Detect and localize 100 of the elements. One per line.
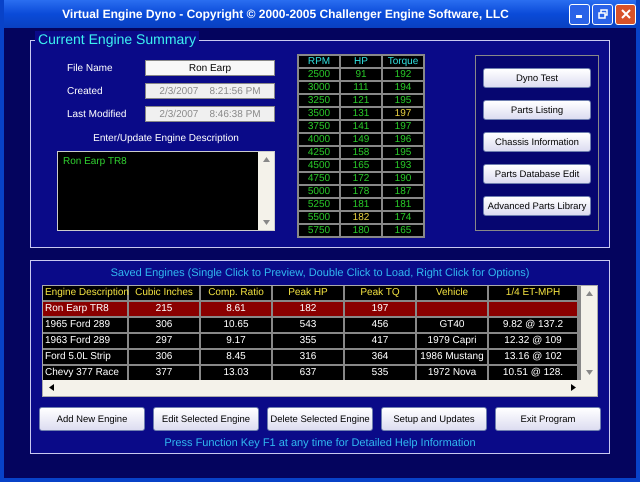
table-cell[interactable]: 1965 Ford 289 (43, 318, 127, 332)
table-cell[interactable]: 543 (273, 318, 343, 332)
table-cell[interactable]: 377 (129, 366, 199, 380)
right-arrow-icon[interactable] (570, 384, 576, 391)
panel-title: Current Engine Summary (35, 31, 199, 47)
table-cell[interactable]: Ford 5.0L Strip (43, 350, 127, 364)
table-cell: 158 (341, 147, 381, 158)
table-cell: 111 (341, 82, 381, 93)
down-arrow-icon[interactable] (586, 370, 592, 375)
menu-button[interactable]: Advanced Parts Library (483, 196, 591, 216)
table-cell: 181 (341, 199, 381, 210)
table-cell: 3500 (299, 108, 339, 119)
action-button[interactable]: Setup and Updates (381, 407, 487, 431)
table-cell[interactable]: 8.45 (201, 350, 271, 364)
close-icon (620, 9, 630, 19)
action-button[interactable]: Edit Selected Engine (153, 407, 259, 431)
left-arrow-icon[interactable] (48, 384, 54, 391)
field-label: File Name (66, 62, 114, 74)
table-cell: 4250 (299, 147, 339, 158)
table-cell[interactable]: 12.32 @ 109 (489, 334, 577, 348)
action-button[interactable]: Add New Engine (39, 407, 145, 431)
table-cell[interactable]: 316 (273, 350, 343, 364)
table-cell: 178 (341, 186, 381, 197)
description-label: Enter/Update Engine Description (92, 133, 240, 144)
restore-button[interactable] (592, 4, 613, 24)
table-cell[interactable]: 535 (345, 366, 415, 380)
table-cell: 195 (383, 95, 423, 106)
table-cell[interactable]: 10.51 @ 128. (489, 366, 577, 380)
table-cell: 193 (383, 160, 423, 171)
up-arrow-icon[interactable] (262, 157, 270, 162)
table-cell: 165 (341, 160, 381, 171)
table-cell[interactable]: 355 (273, 334, 343, 348)
table-cell[interactable]: 13.16 @ 102 (489, 350, 577, 364)
table-cell[interactable]: 1986 Mustang (417, 350, 487, 364)
table-cell: 3750 (299, 121, 339, 132)
table-cell: 196 (383, 134, 423, 145)
table-cell[interactable]: 306 (129, 350, 199, 364)
up-arrow-icon[interactable] (586, 291, 592, 296)
table-cell[interactable]: 306 (129, 318, 199, 332)
table-cell: 192 (383, 69, 423, 80)
table-cell: 3000 (299, 82, 339, 93)
table-cell[interactable]: 637 (273, 366, 343, 380)
table-cell[interactable]: 1963 Ford 289 (43, 334, 127, 348)
table-cell: 5000 (299, 186, 339, 197)
table-cell[interactable]: Chevy 377 Race (43, 366, 127, 380)
table-cell[interactable]: GT40 (417, 318, 487, 332)
field-label: Last Modified (66, 108, 128, 120)
column-header: Peak TQ (345, 286, 415, 300)
table-cell: 91 (341, 69, 381, 80)
table-cell: 5250 (299, 199, 339, 210)
table-cell: 2500 (299, 69, 339, 80)
description-field[interactable]: Ron Earp TR8 (57, 151, 275, 231)
menu-button[interactable]: Parts Listing (483, 100, 591, 120)
column-header: Cubic Inches (129, 286, 199, 300)
menu-button[interactable]: Parts Database Edit (483, 164, 591, 184)
table-cell: 197 (383, 108, 423, 119)
close-button[interactable] (615, 4, 636, 24)
table-cell[interactable]: 1972 Nova (417, 366, 487, 380)
table-cell: 182 (341, 212, 381, 223)
scrollbar[interactable] (258, 152, 274, 230)
table-cell[interactable] (489, 302, 577, 316)
table-cell[interactable]: Ron Earp TR8 (43, 302, 127, 316)
table-cell[interactable]: 456 (345, 318, 415, 332)
table-cell: 3250 (299, 95, 339, 106)
table-cell[interactable] (417, 302, 487, 316)
text-field[interactable]: Ron Earp (145, 60, 275, 76)
section-title: Saved Engines (Single Click to Preview, Double Click to Load, Right Click for Options) (110, 267, 530, 279)
table-cell[interactable]: 197 (345, 302, 415, 316)
table-cell: 181 (383, 199, 423, 210)
menu-button[interactable]: Dyno Test (483, 68, 591, 88)
column-header: Vehicle (417, 286, 487, 300)
table-cell[interactable]: 13.03 (201, 366, 271, 380)
table-cell[interactable]: 1979 Capri (417, 334, 487, 348)
table-cell[interactable]: 9.82 @ 137.2 (489, 318, 577, 332)
table-cell[interactable]: 182 (273, 302, 343, 316)
restore-icon (598, 9, 608, 19)
action-button[interactable]: Delete Selected Engine (267, 407, 373, 431)
table-cell: 194 (383, 82, 423, 93)
table-cell: 195 (383, 147, 423, 158)
down-arrow-icon[interactable] (262, 220, 270, 225)
window-title: Virtual Engine Dyno - Copyright © 2000-2005 Challenger Engine Software, LLC (61, 7, 510, 21)
table-cell: 4500 (299, 160, 339, 171)
table-cell[interactable]: 9.17 (201, 334, 271, 348)
menu-button[interactable]: Chassis Information (483, 132, 591, 152)
table-cell: 180 (341, 225, 381, 236)
table-cell: 165 (383, 225, 423, 236)
table-cell: 187 (383, 186, 423, 197)
column-header: HP (341, 56, 381, 67)
minimize-button[interactable] (569, 4, 590, 24)
table-cell[interactable]: 10.65 (201, 318, 271, 332)
table-cell[interactable]: 215 (129, 302, 199, 316)
table-cell: 5500 (299, 212, 339, 223)
table-cell: 131 (341, 108, 381, 119)
column-header: Comp. Ratio (201, 286, 271, 300)
table-cell[interactable]: 417 (345, 334, 415, 348)
table-cell: 149 (341, 134, 381, 145)
table-cell[interactable]: 364 (345, 350, 415, 364)
table-cell[interactable]: 297 (129, 334, 199, 348)
action-button[interactable]: Exit Program (495, 407, 601, 431)
table-cell[interactable]: 8.61 (201, 302, 271, 316)
